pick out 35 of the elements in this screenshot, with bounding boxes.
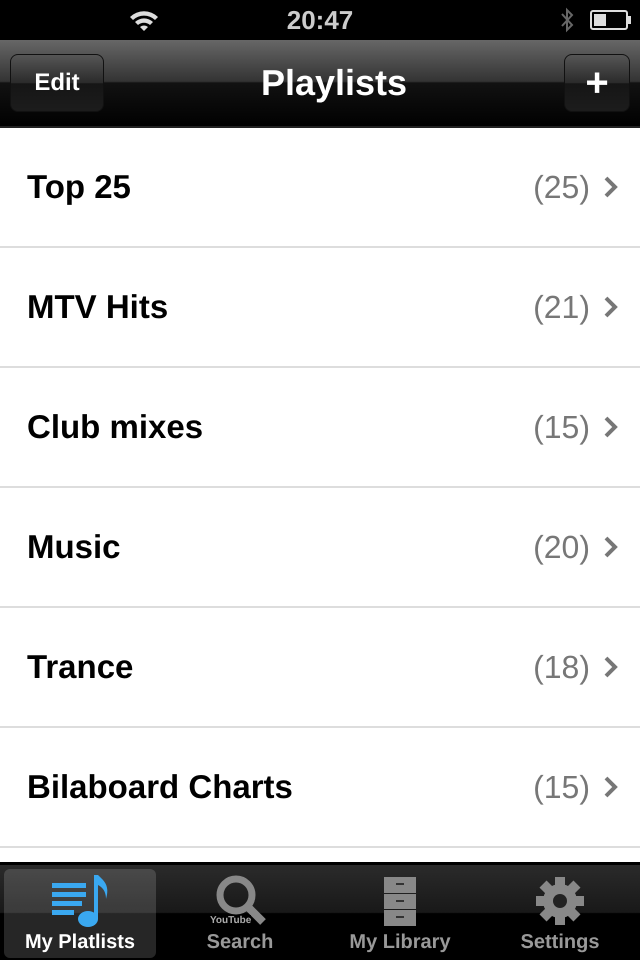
tab[interactable]: YouTube Search xyxy=(164,869,316,958)
track-count: (25) xyxy=(533,168,590,206)
playlist-name: Music xyxy=(27,528,122,566)
playlist-row[interactable]: MTV Hits (21) xyxy=(0,248,640,368)
track-count: (21) xyxy=(533,288,590,326)
track-count: (15) xyxy=(533,408,590,446)
tab[interactable]: My Library xyxy=(324,869,476,958)
add-button[interactable]: + xyxy=(564,54,630,112)
playlist-row[interactable]: Club mixes (15) xyxy=(0,368,640,488)
playlist-row[interactable]: Trance (18) xyxy=(0,608,640,728)
clock-time: 20:47 xyxy=(286,4,354,36)
chevron-icon xyxy=(604,416,618,438)
playlist-row[interactable]: Bilaboard Charts (15) xyxy=(0,728,640,848)
track-count: (18) xyxy=(533,648,590,686)
bluetooth-icon xyxy=(560,6,574,34)
playlist-name: MTV Hits xyxy=(27,288,170,326)
chevron-icon xyxy=(604,776,618,798)
chevron-icon xyxy=(604,656,618,678)
tab[interactable]: Settings xyxy=(484,869,636,958)
youtube-label: YouTube xyxy=(210,915,252,926)
chevron-icon xyxy=(604,296,618,318)
edit-button[interactable]: Edit xyxy=(10,54,104,112)
playlist-row[interactable]: Top 25 (25) xyxy=(0,128,640,248)
chevron-icon xyxy=(604,536,618,558)
playlist-name: Bilaboard Charts xyxy=(27,768,294,806)
page-title: Playlists xyxy=(260,62,408,104)
playlist-name: Trance xyxy=(27,648,134,686)
playlist-name: Top 25 xyxy=(27,168,132,206)
playlist-name: Club mixes xyxy=(27,408,204,446)
playlist-row[interactable]: Music (20) xyxy=(0,488,640,608)
battery-icon xyxy=(590,9,632,31)
chevron-icon xyxy=(604,176,618,198)
track-count: (20) xyxy=(533,528,590,566)
track-count: (15) xyxy=(533,768,590,806)
tab[interactable]: My Platlists xyxy=(4,869,156,958)
